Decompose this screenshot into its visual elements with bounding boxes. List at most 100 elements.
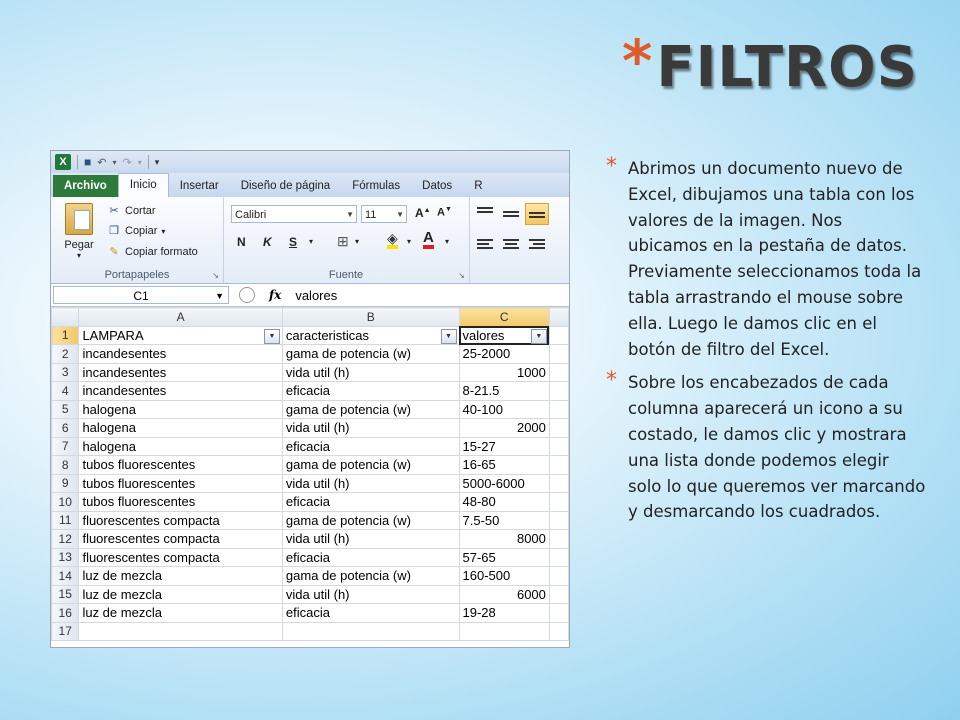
cell-b[interactable]: caracteristicas ▼ [281,325,460,345]
cell-b[interactable]: gama de potencia (w) [281,399,460,419]
cell-c[interactable]: 8-21.5 [458,381,550,401]
cell-b[interactable]: eficacia [281,492,460,512]
cell-b[interactable]: eficacia [281,603,460,623]
cell-d[interactable] [548,455,569,475]
redo-dropdown-icon[interactable]: ▾ [138,158,142,167]
align-bottom-button[interactable] [525,203,549,225]
cell-a[interactable]: incandesentes [78,362,283,382]
row-header[interactable]: 12 [51,529,80,549]
column-header-d[interactable] [548,307,569,327]
cell-d[interactable] [548,399,569,419]
cell-a[interactable]: fluorescentes compacta [78,547,283,567]
cell-c[interactable]: 160-500 [458,566,550,586]
shrink-font-button[interactable]: A▼ [437,206,452,219]
cell-b[interactable]: gama de potencia (w) [281,510,460,530]
cell-a[interactable]: tubos fluorescentes [78,473,283,493]
filter-dropdown-icon[interactable]: ▼ [440,328,457,344]
row-header[interactable]: 10 [51,492,80,512]
grow-font-button[interactable]: A▲ [415,206,431,220]
column-header-b[interactable]: B [281,307,460,327]
cell-d[interactable] [548,621,569,641]
cell-c[interactable]: 48-80 [458,492,550,512]
column-header-c[interactable]: C [458,307,550,327]
cell-c[interactable]: 19-28 [458,603,550,623]
cell-a[interactable]: halogena [78,418,283,438]
cell-c[interactable]: 8000 [458,529,550,549]
cell-c[interactable]: 40-100 [458,399,550,419]
font-color-dropdown-icon[interactable]: ▾ [445,237,449,246]
copy-button[interactable]: ❐ Copiar ▾ [107,225,165,237]
row-header[interactable]: 4 [51,381,80,401]
select-all-corner[interactable] [51,307,80,327]
customize-toolbar-icon[interactable]: ▾ [155,157,160,168]
borders-dropdown-icon[interactable]: ▾ [355,237,359,246]
tab-datos[interactable]: Datos [411,175,463,197]
row-header[interactable]: 17 [51,621,80,641]
paste-button[interactable]: Pegar ▾ [59,203,99,260]
cell-d[interactable] [548,492,569,512]
tab-diseno-pagina[interactable]: Diseño de página [230,175,342,197]
row-header[interactable]: 15 [51,584,80,604]
cell-b[interactable]: vida util (h) [281,473,460,493]
paste-dropdown-icon[interactable]: ▾ [59,251,99,260]
cell-b[interactable] [281,621,460,641]
cell-a[interactable]: fluorescentes compacta [78,510,283,530]
align-center-icon[interactable] [503,239,519,251]
align-left-icon[interactable] [477,239,493,251]
cell-b[interactable]: gama de potencia (w) [281,455,460,475]
font-size-combo[interactable]: 11 ▼ [361,205,407,223]
cell-c[interactable]: 7.5-50 [458,510,550,530]
format-painter-button[interactable]: ✎ Copiar formato [107,246,197,258]
fill-color-dropdown-icon[interactable]: ▾ [407,237,411,246]
cell-d[interactable] [548,566,569,586]
cell-d[interactable] [548,381,569,401]
cell-d[interactable] [548,547,569,567]
cell-d[interactable] [548,529,569,549]
row-header[interactable]: 11 [51,510,80,530]
font-launcher-icon[interactable]: ↘ [458,271,465,280]
cell-a[interactable] [78,621,283,641]
save-icon[interactable]: ■ [84,155,91,169]
row-header[interactable]: 2 [51,344,80,364]
row-header[interactable]: 5 [51,399,80,419]
clipboard-launcher-icon[interactable]: ↘ [212,271,219,280]
cell-c[interactable]: 25-2000 [458,344,550,364]
cell-d[interactable] [548,584,569,604]
cut-button[interactable]: ✂ Cortar [107,205,155,217]
cell-d[interactable] [548,418,569,438]
cell-a[interactable]: tubos fluorescentes [78,492,283,512]
cell-b[interactable]: vida util (h) [281,584,460,604]
column-header-a[interactable]: A [78,307,283,327]
cell-c[interactable]: 1000 [458,362,550,382]
row-header[interactable]: 13 [51,547,80,567]
cell-d[interactable] [548,473,569,493]
cell-a[interactable]: halogena [78,436,283,456]
cell-b[interactable]: vida util (h) [281,418,460,438]
underline-button[interactable]: S [289,235,297,249]
tab-insertar[interactable]: Insertar [169,175,230,197]
cell-b[interactable]: gama de potencia (w) [281,566,460,586]
cell-b[interactable]: eficacia [281,381,460,401]
cell-c[interactable]: valores ▼ [458,325,550,345]
cell-a[interactable]: LAMPARA ▼ [78,325,283,345]
cell-a[interactable]: luz de mezcla [78,603,283,623]
font-name-combo[interactable]: Calibri ▼ [231,205,357,223]
cell-a[interactable]: halogena [78,399,283,419]
font-color-icon[interactable]: A [423,230,434,249]
cell-d[interactable] [548,436,569,456]
row-header[interactable]: 7 [51,436,80,456]
cell-d[interactable] [548,362,569,382]
cell-d[interactable] [548,325,569,345]
fill-color-icon[interactable]: ◈ [387,231,398,249]
cell-a[interactable]: fluorescentes compacta [78,529,283,549]
name-box[interactable]: C1 ▼ [53,286,229,304]
copy-dropdown-icon[interactable]: ▾ [161,227,165,236]
cell-d[interactable] [548,510,569,530]
italic-button[interactable]: K [263,235,272,249]
filter-dropdown-icon[interactable]: ▼ [263,328,280,344]
cell-c[interactable]: 5000-6000 [458,473,550,493]
cell-a[interactable]: incandesentes [78,381,283,401]
align-right-icon[interactable] [529,239,545,251]
tab-archivo[interactable]: Archivo [53,175,118,197]
align-middle-icon[interactable] [503,211,519,223]
